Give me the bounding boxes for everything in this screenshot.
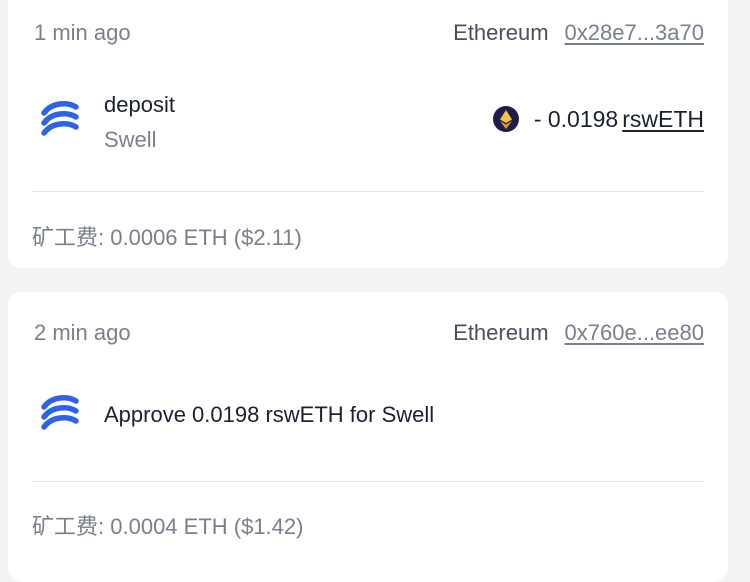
gas-fee-label: 矿工费: bbox=[32, 225, 105, 250]
transaction-card[interactable]: 2 min ago Ethereum 0x760e...ee80 Approve… bbox=[8, 292, 728, 582]
transaction-amount: - 0.0198 rswETH bbox=[492, 105, 704, 133]
gas-fee-value: 0.0004 ETH ($1.42) bbox=[110, 514, 304, 539]
card-divider bbox=[32, 191, 704, 192]
gas-fee-value: 0.0006 ETH ($2.11) bbox=[110, 225, 302, 250]
chain-info: Ethereum 0x760e...ee80 bbox=[453, 320, 704, 346]
swell-logo-icon bbox=[41, 395, 79, 430]
chain-name: Ethereum bbox=[453, 320, 549, 345]
transaction-protocol: Swell bbox=[104, 127, 157, 152]
amount-value: - 0.0198 bbox=[533, 105, 619, 132]
transaction-title: deposit bbox=[104, 92, 175, 117]
gas-fee-label: 矿工费: bbox=[32, 514, 105, 539]
transaction-time: 1 min ago bbox=[34, 20, 131, 45]
card-divider bbox=[32, 481, 704, 482]
gas-fee: 矿工费: 0.0006 ETH ($2.11) bbox=[32, 220, 302, 252]
eth-icon bbox=[492, 106, 519, 132]
gas-fee: 矿工费: 0.0004 ETH ($1.42) bbox=[32, 509, 303, 541]
transaction-card[interactable]: 1 min ago Ethereum 0x28e7...3a70 deposit… bbox=[8, 0, 728, 268]
transaction-hash-link[interactable]: 0x760e...ee80 bbox=[565, 320, 704, 346]
transaction-hash-link[interactable]: 0x28e7...3a70 bbox=[565, 20, 704, 46]
amount-token-link[interactable]: rswETH bbox=[622, 106, 704, 133]
swell-logo-icon bbox=[41, 101, 79, 136]
transaction-title: Approve 0.0198 rswETH for Swell bbox=[104, 402, 435, 427]
transaction-time: 2 min ago bbox=[34, 320, 131, 345]
chain-info: Ethereum 0x28e7...3a70 bbox=[453, 20, 704, 46]
chain-name: Ethereum bbox=[453, 20, 549, 45]
